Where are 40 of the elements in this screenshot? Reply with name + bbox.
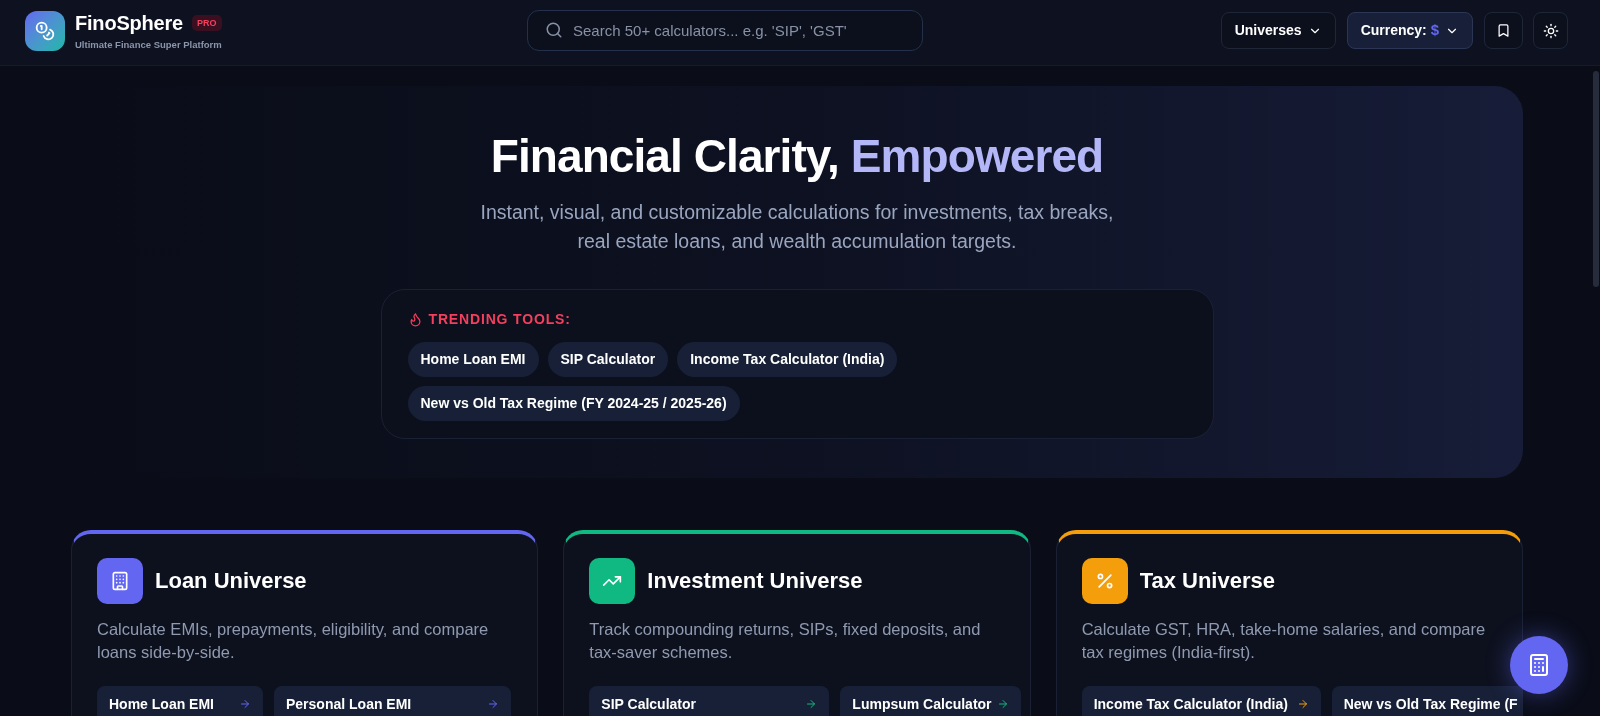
card-title: Tax Universe bbox=[1139, 567, 1275, 595]
coins-icon bbox=[25, 10, 65, 51]
arrow-right-icon bbox=[997, 698, 1010, 710]
sun-icon bbox=[1542, 22, 1559, 39]
hero-title: Financial Clarity, Empowered bbox=[490, 130, 1104, 182]
card-title: Investment Universe bbox=[647, 567, 863, 595]
calculator-icon bbox=[1527, 653, 1551, 677]
bookmark-button[interactable] bbox=[1484, 12, 1523, 49]
tool-link[interactable]: Income Tax Calculator (India) bbox=[1081, 686, 1321, 716]
currency-dropdown[interactable]: Currency: $ bbox=[1346, 12, 1473, 49]
tool-chip[interactable]: Income Tax Calculator (India) bbox=[677, 342, 898, 377]
arrow-right-icon bbox=[1296, 698, 1309, 710]
scrollbar-thumb[interactable] bbox=[1593, 71, 1599, 287]
search-icon bbox=[545, 21, 563, 39]
card-title: Loan Universe bbox=[155, 567, 307, 595]
tool-link[interactable]: New vs Old Tax Regime (F bbox=[1331, 686, 1522, 716]
tool-link[interactable]: SIP Calculator bbox=[589, 686, 830, 716]
tool-chip[interactable]: SIP Calculator bbox=[547, 342, 669, 377]
universes-dropdown[interactable]: Universes bbox=[1220, 12, 1336, 49]
arrow-right-icon bbox=[487, 698, 499, 710]
bookmark-icon bbox=[1496, 23, 1511, 38]
arrow-right-icon bbox=[805, 698, 818, 710]
tool-link[interactable]: Lumpsum Calculator bbox=[840, 686, 1022, 716]
tool-link[interactable]: Home Loan EMI bbox=[97, 686, 263, 716]
card-description: Track compounding returns, SIPs, fixed deposits, and tax-saver schemes. bbox=[589, 619, 982, 663]
hero-subtitle: Instant, visual, and customizable calculations for investments, tax breaks, real estate loans, and wealth accumulation targets. bbox=[480, 200, 1114, 254]
theme-toggle-button[interactable] bbox=[1533, 12, 1568, 49]
tool-link[interactable]: Personal Loan EMI bbox=[274, 686, 511, 716]
tool-chip[interactable]: Home Loan EMI bbox=[407, 342, 539, 377]
calculator-button[interactable] bbox=[1510, 636, 1568, 694]
tool-chip[interactable]: New vs Old Tax Regime (FY 2024-25 / 2025-26) bbox=[407, 386, 740, 421]
trending-label: TRENDING TOOLS: bbox=[428, 310, 571, 329]
brand-tagline: Ultimate Finance Super Platform bbox=[75, 38, 222, 51]
brand-name: FinoSphere bbox=[75, 10, 183, 35]
search-field[interactable]: Search 50+ calculators... e.g. 'SIP', 'GST' bbox=[527, 10, 923, 51]
card-description: Calculate GST, HRA, take-home salaries, and compare tax regimes (India-first). bbox=[1081, 619, 1487, 663]
arrow-right-icon bbox=[239, 698, 251, 710]
pro-badge: PRO bbox=[192, 14, 222, 31]
flame-icon bbox=[407, 311, 423, 327]
card-description: Calculate EMIs, prepayments, eligibility, and compare loans side-by-side. bbox=[97, 619, 490, 663]
